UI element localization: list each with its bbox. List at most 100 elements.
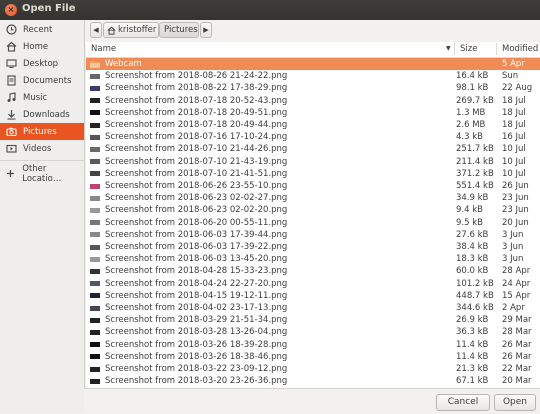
- file-name: Screenshot from 2018-04-15 19-12-11.png: [105, 290, 288, 301]
- file-modified: 10 Jul: [502, 156, 526, 167]
- file-row[interactable]: Screenshot from 2018-06-03 17-39-22.png 3…: [86, 241, 540, 253]
- file-name: Screenshot from 2018-03-26 18-38-46.png: [105, 351, 288, 362]
- file-modified: 3 Jun: [502, 242, 524, 252]
- image-thumbnail-icon: [90, 281, 100, 287]
- sidebar-item-label: Pictures: [23, 126, 57, 137]
- file-row[interactable]: Screenshot from 2018-04-28 15-33-23.png 6…: [86, 265, 540, 277]
- plus-icon: [5, 168, 16, 180]
- file-row[interactable]: Screenshot from 2018-07-18 20-49-44.png 2…: [86, 119, 540, 131]
- file-modified: 18 Jul: [502, 95, 526, 106]
- close-icon[interactable]: ×: [5, 4, 17, 16]
- file-modified: 16 Jul: [502, 132, 526, 143]
- file-row[interactable]: Screenshot from 2018-07-16 17-10-24.png 4…: [86, 131, 540, 143]
- file-name: Screenshot from 2018-04-24 22-27-20.png: [105, 278, 288, 289]
- file-name: Screenshot from 2018-06-03 13-45-20.png: [105, 254, 288, 265]
- path-segment-label: kristoffer: [118, 25, 157, 35]
- file-row[interactable]: Screenshot from 2018-07-18 20-52-43.png 2…: [86, 95, 540, 107]
- file-row[interactable]: Screenshot from 2018-04-24 22-27-20.png 1…: [86, 278, 540, 290]
- image-thumbnail-icon: [90, 366, 100, 372]
- sidebar-item-videos[interactable]: Videos: [0, 140, 84, 157]
- file-modified: 23 Jun: [502, 193, 529, 204]
- sidebar-item-music[interactable]: Music: [0, 89, 84, 106]
- file-row[interactable]: Screenshot from 2018-03-29 21-51-34.png 2…: [86, 314, 540, 326]
- file-row[interactable]: Screenshot from 2018-03-26 18-38-46.png 1…: [86, 351, 540, 363]
- cancel-button[interactable]: Cancel: [436, 394, 490, 411]
- column-divider[interactable]: [496, 43, 497, 55]
- column-header-size[interactable]: Size: [460, 44, 477, 54]
- sidebar-item-home[interactable]: Home: [0, 38, 84, 55]
- file-row[interactable]: Screenshot from 2018-03-28 13-26-04.png 3…: [86, 326, 540, 338]
- file-modified: 18 Jul: [502, 107, 526, 118]
- sidebar-item-pictures[interactable]: Pictures: [0, 123, 84, 140]
- file-row[interactable]: Screenshot from 2018-07-18 20-49-51.png 1…: [86, 107, 540, 119]
- image-thumbnail-icon: [90, 244, 100, 250]
- file-row[interactable]: Screenshot from 2018-07-10 21-41-51.png 3…: [86, 168, 540, 180]
- file-modified: 26 Jun: [502, 181, 529, 191]
- file-size: 371.2 kB: [456, 168, 494, 179]
- home-icon: [5, 41, 17, 53]
- sidebar-item-recent[interactable]: Recent: [0, 21, 84, 38]
- file-size: 34.9 kB: [456, 193, 489, 204]
- file-row[interactable]: Screenshot from 2018-03-20 23-26-36.png 6…: [86, 375, 540, 387]
- file-size: 26.9 kB: [456, 315, 489, 326]
- file-name: Screenshot from 2018-03-22 23-09-12.png: [105, 364, 288, 374]
- path-back-button[interactable]: ◀: [90, 22, 102, 38]
- file-modified: 29 Mar: [502, 315, 532, 326]
- path-segment-home[interactable]: kristoffer: [103, 22, 159, 38]
- download-icon: [5, 109, 17, 121]
- image-thumbnail-icon: [90, 207, 100, 213]
- image-thumbnail-icon: [90, 293, 100, 299]
- file-name: Screenshot from 2018-07-10 21-41-51.png: [105, 168, 288, 179]
- folder-row[interactable]: Webcam 5 Apr: [86, 58, 540, 71]
- file-row[interactable]: Screenshot from 2018-07-10 21-44-26.png 2…: [86, 143, 540, 155]
- file-list: Name ▼ Size Modified Webcam 5 Apr Screensh…: [86, 42, 540, 388]
- file-row[interactable]: Screenshot from 2018-03-26 18-39-28.png 1…: [86, 339, 540, 351]
- file-row[interactable]: Screenshot from 2018-08-26 21-24-22.png 1…: [86, 70, 540, 82]
- path-segment-label: Pictures: [164, 25, 198, 35]
- path-forward-button[interactable]: ▶: [200, 22, 212, 38]
- file-row[interactable]: Screenshot from 2018-06-20 00-55-11.png 9…: [86, 217, 540, 229]
- file-name: Screenshot from 2018-03-28 13-26-04.png: [105, 327, 288, 338]
- file-size: 11.4 kB: [456, 339, 489, 350]
- file-row[interactable]: Screenshot from 2018-06-03 13-45-20.png 1…: [86, 253, 540, 265]
- chevron-right-icon: ▶: [203, 26, 209, 34]
- column-header-name[interactable]: Name: [91, 44, 116, 54]
- clock-icon: [5, 24, 17, 36]
- sidebar-item-other-locations[interactable]: Other Locatio…: [0, 164, 84, 184]
- image-thumbnail-icon: [90, 98, 100, 104]
- file-row[interactable]: Screenshot from 2018-06-23 02-02-27.png 3…: [86, 192, 540, 204]
- file-size: 269.7 kB: [456, 95, 494, 106]
- file-row[interactable]: Screenshot from 2018-07-10 21-43-19.png 2…: [86, 156, 540, 168]
- file-row[interactable]: Screenshot from 2018-06-23 02-02-20.png 9…: [86, 204, 540, 216]
- file-size: 60.0 kB: [456, 266, 489, 277]
- sidebar-item-downloads[interactable]: Downloads: [0, 106, 84, 123]
- column-divider[interactable]: [454, 43, 455, 55]
- file-name: Screenshot from 2018-06-03 17-39-22.png: [105, 242, 288, 252]
- file-modified: 28 Apr: [502, 266, 531, 277]
- sort-descending-icon[interactable]: ▼: [446, 45, 451, 52]
- file-modified: 18 Jul: [502, 120, 526, 130]
- file-row[interactable]: Screenshot from 2018-06-03 17-39-44.png 2…: [86, 229, 540, 241]
- path-bar: ◀ kristoffer Pictures ▶: [86, 20, 540, 42]
- sidebar-item-label: Music: [23, 92, 48, 103]
- file-name: Screenshot from 2018-04-02 23-17-13.png: [105, 303, 288, 313]
- file-size: 38.4 kB: [456, 242, 489, 252]
- sidebar-item-documents[interactable]: Documents: [0, 72, 84, 89]
- desktop-icon: [5, 58, 17, 70]
- file-row[interactable]: Screenshot from 2018-04-02 23-17-13.png 3…: [86, 302, 540, 314]
- sidebar-item-desktop[interactable]: Desktop: [0, 55, 84, 72]
- image-thumbnail-icon: [90, 317, 100, 323]
- file-name: Screenshot from 2018-07-18 20-49-51.png: [105, 107, 288, 118]
- open-button[interactable]: Open: [494, 394, 536, 411]
- file-size: 21.3 kB: [456, 364, 489, 374]
- path-segment-pictures[interactable]: Pictures: [159, 22, 199, 38]
- image-thumbnail-icon: [90, 134, 100, 140]
- file-row[interactable]: Screenshot from 2018-03-22 23-09-12.png 2…: [86, 363, 540, 375]
- file-row[interactable]: Screenshot from 2018-06-26 23-55-10.png 5…: [86, 180, 540, 192]
- file-row[interactable]: Screenshot from 2018-04-15 19-12-11.png 4…: [86, 290, 540, 302]
- file-size: 36.3 kB: [456, 327, 489, 338]
- column-header-modified[interactable]: Modified: [502, 44, 538, 54]
- sidebar-item-label: Desktop: [23, 58, 59, 69]
- file-modified: 10 Jul: [502, 144, 526, 155]
- file-row[interactable]: Screenshot from 2018-08-22 17-38-29.png 9…: [86, 82, 540, 94]
